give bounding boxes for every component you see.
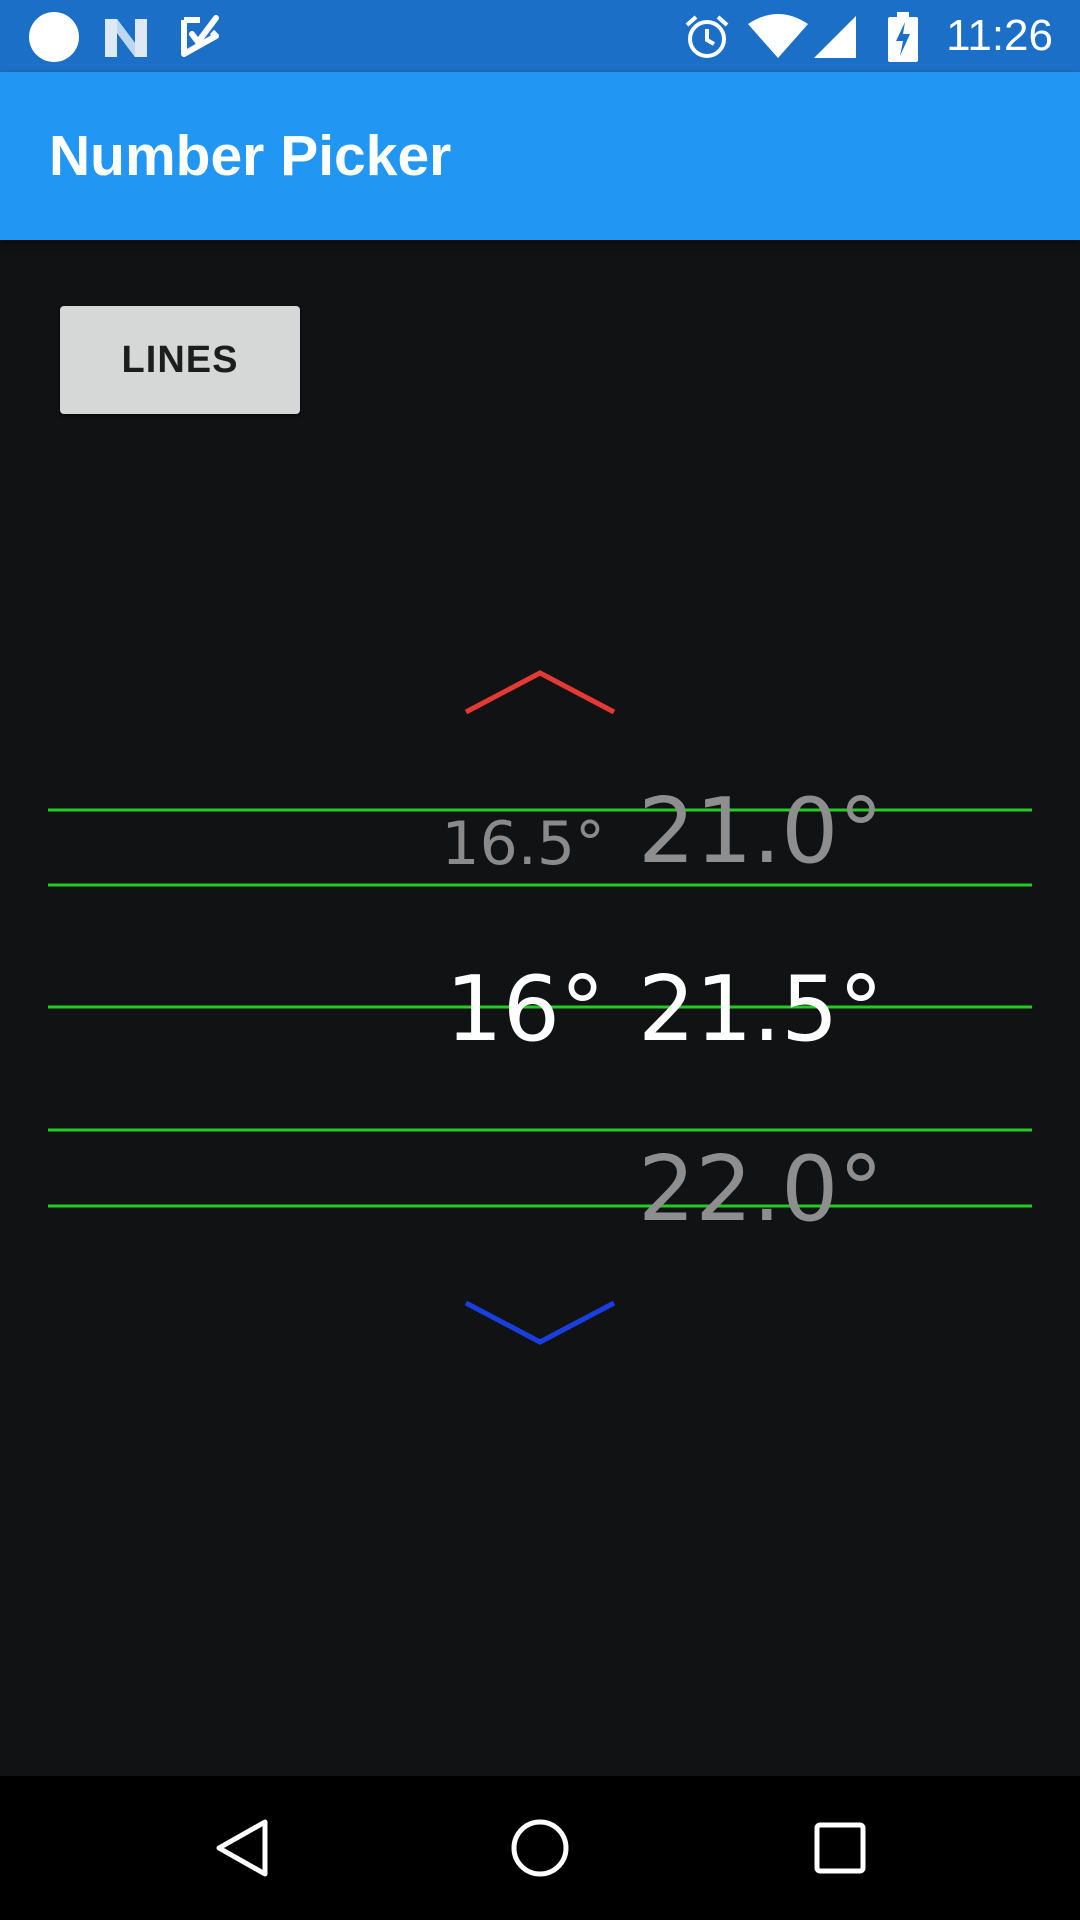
home-button[interactable] (460, 1776, 620, 1920)
recents-button[interactable] (760, 1776, 920, 1920)
right-picker-value-selected[interactable]: 21.5° (638, 957, 883, 1062)
navigation-bar (0, 1776, 1080, 1920)
right-picker-value-below[interactable]: 22.0° (638, 1137, 883, 1242)
recents-icon (814, 1822, 866, 1874)
decrement-arrow-icon[interactable] (440, 1280, 640, 1370)
left-picker-value-above[interactable]: 16.5° (441, 809, 605, 879)
screen: 11:26 Number Picker LINES 16.5° 16° 21.0… (0, 0, 1080, 1920)
back-icon (216, 1819, 268, 1877)
home-icon (511, 1819, 569, 1877)
increment-arrow-icon[interactable] (440, 650, 640, 740)
right-picker-value-above[interactable]: 21.0° (638, 779, 883, 884)
left-picker-value-selected[interactable]: 16° (445, 957, 605, 1062)
back-button[interactable] (161, 1776, 321, 1920)
number-picker[interactable]: 16.5° 16° 21.0° 21.5° 22.0° (0, 0, 1080, 1920)
